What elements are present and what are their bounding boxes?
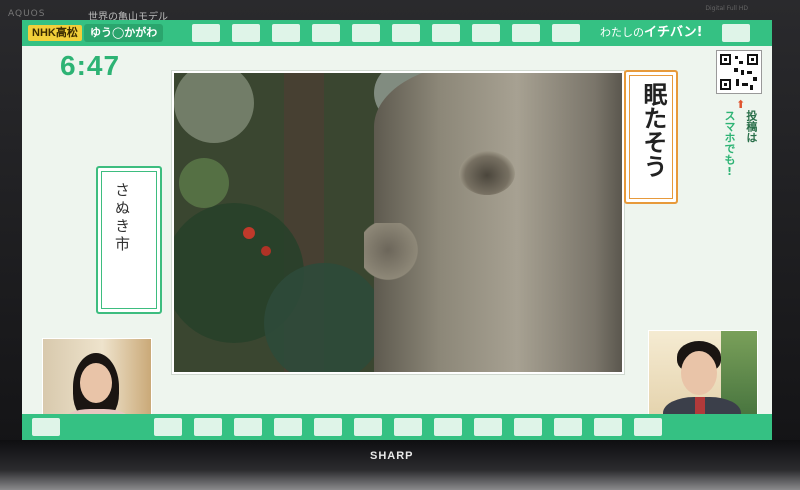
film-hole xyxy=(352,24,380,42)
show-logo: ゆう◯かがわ xyxy=(84,24,164,42)
post-line-1: 投稿は xyxy=(744,110,758,143)
caption-label-box: 眠たそう xyxy=(624,70,678,204)
location-label-box: さぬき市 xyxy=(96,166,162,314)
post-message: スマホでも! 投稿は xyxy=(720,110,760,220)
film-hole xyxy=(594,418,622,436)
film-hole xyxy=(552,24,580,42)
film-hole xyxy=(354,418,382,436)
film-hole xyxy=(234,418,262,436)
film-hole xyxy=(154,418,182,436)
film-hole xyxy=(32,418,60,436)
tree-photo xyxy=(172,71,624,374)
film-hole xyxy=(554,418,582,436)
station-logo: NHK高松 xyxy=(28,25,82,41)
film-hole xyxy=(194,418,222,436)
tree-eye-knot xyxy=(459,151,515,195)
film-hole xyxy=(274,418,302,436)
caption-label: 眠たそう xyxy=(639,82,667,178)
film-hole xyxy=(272,24,300,42)
film-holes-bottom xyxy=(22,418,772,436)
film-hole xyxy=(394,418,422,436)
film-hole xyxy=(474,418,502,436)
tv-frame: AQUOS 世界の亀山モデル Digital Full HD NHK高松 ゆう◯… xyxy=(0,0,800,490)
qr-code-icon xyxy=(716,50,762,94)
film-hole xyxy=(722,24,750,42)
clock: 6:47 xyxy=(60,50,121,81)
corner-title-prefix: わたしの xyxy=(600,26,644,39)
tv-brand-logo: SHARP xyxy=(370,450,414,462)
film-hole xyxy=(512,24,540,42)
corner-title-main: イチバン! xyxy=(644,25,703,40)
tv-chin xyxy=(0,440,800,490)
post-line-2: スマホでも! xyxy=(723,110,736,178)
film-hole xyxy=(634,418,662,436)
film-hole xyxy=(392,24,420,42)
tree-nose-knot xyxy=(364,223,424,283)
tv-tag: Digital Full HD xyxy=(705,5,748,12)
corner-title: わたしのイチバン! xyxy=(596,24,707,42)
film-hole xyxy=(312,24,340,42)
film-hole xyxy=(432,24,460,42)
film-strip-bottom xyxy=(22,414,772,440)
tv-brand-top: AQUOS xyxy=(8,9,46,19)
film-hole xyxy=(232,24,260,42)
film-hole xyxy=(314,418,342,436)
film-hole xyxy=(192,24,220,42)
film-hole xyxy=(434,418,462,436)
film-hole xyxy=(514,418,542,436)
host-right-face xyxy=(681,351,717,395)
film-hole xyxy=(472,24,500,42)
film-strip-top: NHK高松 ゆう◯かがわ わたしのイチバン! xyxy=(22,20,772,46)
tv-screen: NHK高松 ゆう◯かがわ わたしのイチバン! 6:47 さぬき市 眠たそう ⬆ … xyxy=(22,20,772,440)
host-left-face xyxy=(80,363,112,403)
location-label: さぬき市 xyxy=(113,182,131,254)
